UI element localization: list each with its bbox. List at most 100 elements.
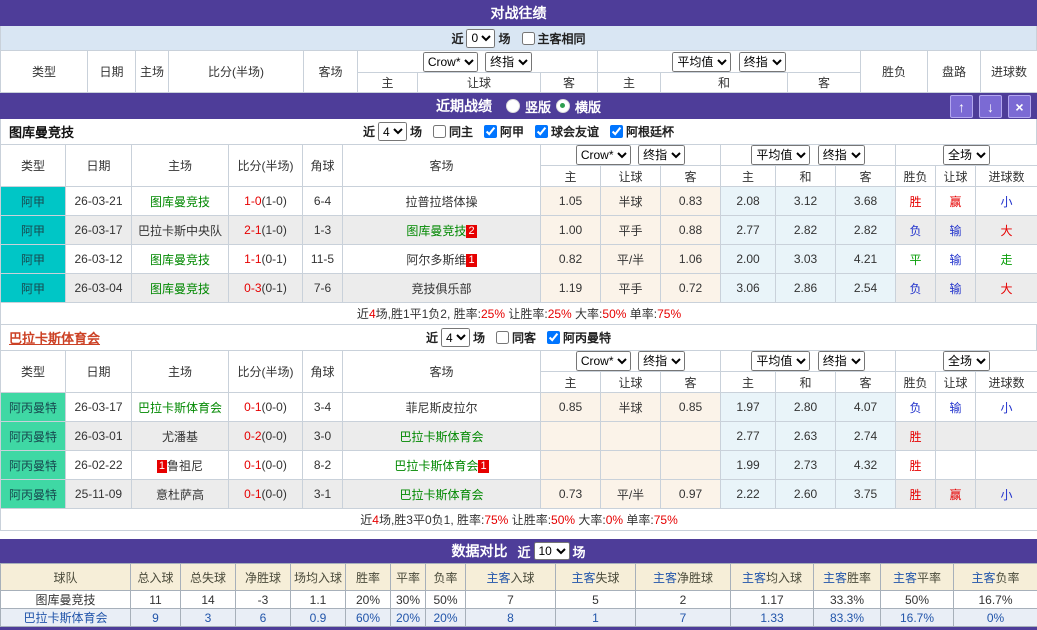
col-handres: 让球 — [936, 166, 976, 187]
table-row: 巴拉卡斯体育会 9 3 6 0.9 60% 20% 20% 8 1 7 1.33… — [1, 609, 1037, 627]
stat-cell: 11 — [131, 591, 181, 609]
table-row: 图库曼竞技 11 14 -3 1.1 20% 30% 50% 7 5 2 1.1… — [1, 591, 1037, 609]
layout-horizontal-radio[interactable] — [556, 99, 570, 113]
col-odds-handicap: 让球 — [601, 372, 661, 393]
down-arrow-icon[interactable]: ↓ — [979, 95, 1002, 118]
h2h-filter-bar: 近 0 场 主客相同 — [0, 26, 1037, 50]
compare-near-select[interactable]: 10 — [534, 542, 570, 560]
team2-name[interactable]: 巴拉卡斯体育会 — [9, 328, 100, 347]
games-label: 场 — [498, 30, 510, 47]
col-goals-for: 总入球 — [131, 564, 181, 591]
team1-scope-select[interactable]: 全场 — [943, 145, 990, 165]
compare-header-bar: 数据对比 近 10 场 — [0, 539, 1037, 563]
red-card-badge: 1 — [157, 460, 167, 473]
corner-cell: 3-1 — [303, 480, 343, 509]
handicap-result-cell — [936, 422, 976, 451]
goals-result-cell: 小 — [976, 480, 1037, 509]
col-odds-home: 主 — [358, 73, 418, 93]
corner-cell: 7-6 — [303, 274, 343, 303]
team2-odds-time-select[interactable]: 终指 — [638, 351, 685, 371]
team2-sameaway-checkbox[interactable] — [496, 331, 509, 344]
odds-home: 0.82 — [541, 245, 601, 274]
stat-cell: 3 — [181, 609, 236, 627]
table-row: 阿甲 26-03-12 图库曼竞技 1-1(0-1) 11-5 阿尔多斯维1 0… — [1, 245, 1037, 274]
avg-home: 2.08 — [721, 187, 776, 216]
scope-cell: 全场 — [896, 145, 1037, 166]
team1-avg-select[interactable]: 平均值 — [751, 145, 810, 165]
col-hg-avg-goals: 主客均入球 — [731, 564, 814, 591]
h2h-header-bar: 对战往绩 — [0, 0, 1037, 26]
home-team: 尤潘基 — [132, 422, 229, 451]
col-avg-home: 主 — [721, 166, 776, 187]
team1-league-checkbox[interactable] — [484, 125, 497, 138]
close-icon[interactable]: × — [1008, 95, 1031, 118]
avg-draw: 2.60 — [776, 480, 836, 509]
handicap-result-cell: 赢 — [936, 480, 976, 509]
col-hg-draw-rate: 主客平率 — [881, 564, 954, 591]
up-arrow-icon[interactable]: ↑ — [950, 95, 973, 118]
col-odds-handicap: 让球 — [601, 166, 661, 187]
col-goal-diff: 净胜球 — [236, 564, 291, 591]
col-odds-home: 主 — [541, 372, 601, 393]
near-label: 近 — [363, 123, 375, 140]
h2h-avg-select[interactable]: 平均值 — [672, 52, 731, 72]
team1-cup-checkbox[interactable] — [610, 125, 623, 138]
odds-away — [661, 422, 721, 451]
layout-vertical-radio[interactable] — [506, 99, 520, 113]
team2-recent-table: 类型 日期 主场 比分(半场) 角球 客场 Crow* 终指 平均值 终指 全场… — [0, 350, 1037, 531]
h2h-near-select[interactable]: 0 — [466, 29, 495, 48]
layout-horizontal-label: 横版 — [575, 97, 601, 116]
avg-home: 1.97 — [721, 393, 776, 422]
col-score: 比分(半场) — [229, 145, 303, 187]
team1-friendly-checkbox[interactable] — [535, 125, 548, 138]
table-row: 阿丙曼特 25-11-09 意杜萨高 0-1(0-0) 3-1 巴拉卡斯体育会 … — [1, 480, 1037, 509]
col-date: 日期 — [66, 145, 132, 187]
stat-cell: 83.3% — [814, 609, 881, 627]
home-team: 巴拉卡斯体育会 — [132, 393, 229, 422]
stat-cell: 0.9 — [291, 609, 346, 627]
team1-samehome-checkbox[interactable] — [433, 125, 446, 138]
team1-near-select[interactable]: 4 — [378, 122, 407, 141]
match-type: 阿丙曼特 — [1, 422, 66, 451]
team2-scope-select[interactable]: 全场 — [943, 351, 990, 371]
team2-bookmaker-select[interactable]: Crow* — [576, 351, 631, 371]
corner-cell: 6-4 — [303, 187, 343, 216]
team2-avg-select[interactable]: 平均值 — [751, 351, 810, 371]
layout-vertical-label: 竖版 — [525, 97, 551, 116]
team1-odds-time-select[interactable]: 终指 — [638, 145, 685, 165]
stat-cell: 20% — [346, 591, 391, 609]
col-avg-away: 客 — [836, 372, 896, 393]
handicap-result-cell: 输 — [936, 393, 976, 422]
col-hg-win-rate: 主客胜率 — [814, 564, 881, 591]
team2-league-checkbox[interactable] — [547, 331, 560, 344]
col-hg-goals-for: 主客入球 — [466, 564, 556, 591]
col-avg-away: 客 — [836, 166, 896, 187]
odds-handicap: 平/半 — [601, 480, 661, 509]
team2-avg-time-select[interactable]: 终指 — [818, 351, 865, 371]
same-venue-checkbox[interactable] — [522, 32, 535, 45]
col-away: 客场 — [304, 51, 358, 93]
home-team: 图库曼竞技 — [132, 274, 229, 303]
col-odds-away: 客 — [661, 372, 721, 393]
match-date: 26-03-04 — [66, 274, 132, 303]
team1-avg-time-select[interactable]: 终指 — [818, 145, 865, 165]
h2h-bookmaker-select[interactable]: Crow* — [423, 52, 478, 72]
team2-near-select[interactable]: 4 — [441, 328, 470, 347]
avg-away: 2.54 — [836, 274, 896, 303]
h2h-odds-time-select[interactable]: 终指 — [485, 52, 532, 72]
col-goals: 进球数 — [976, 166, 1037, 187]
odds-handicap: 平手 — [601, 216, 661, 245]
result-cell: 胜 — [896, 187, 936, 216]
odds-source-cell: Crow* 终指 — [358, 51, 598, 73]
h2h-avg-time-select[interactable]: 终指 — [739, 52, 786, 72]
filter-label: 阿丙曼特 — [563, 329, 611, 346]
result-cell: 胜 — [896, 480, 936, 509]
score-cell: 0-1(0-0) — [229, 451, 303, 480]
handicap-result-cell: 输 — [936, 216, 976, 245]
avg-away: 2.82 — [836, 216, 896, 245]
away-team: 图库曼竞技2 — [343, 216, 541, 245]
filter-label: 阿根廷杯 — [626, 123, 674, 140]
team1-bookmaker-select[interactable]: Crow* — [576, 145, 631, 165]
goals-result-cell: 小 — [976, 393, 1037, 422]
match-date: 26-02-22 — [66, 451, 132, 480]
